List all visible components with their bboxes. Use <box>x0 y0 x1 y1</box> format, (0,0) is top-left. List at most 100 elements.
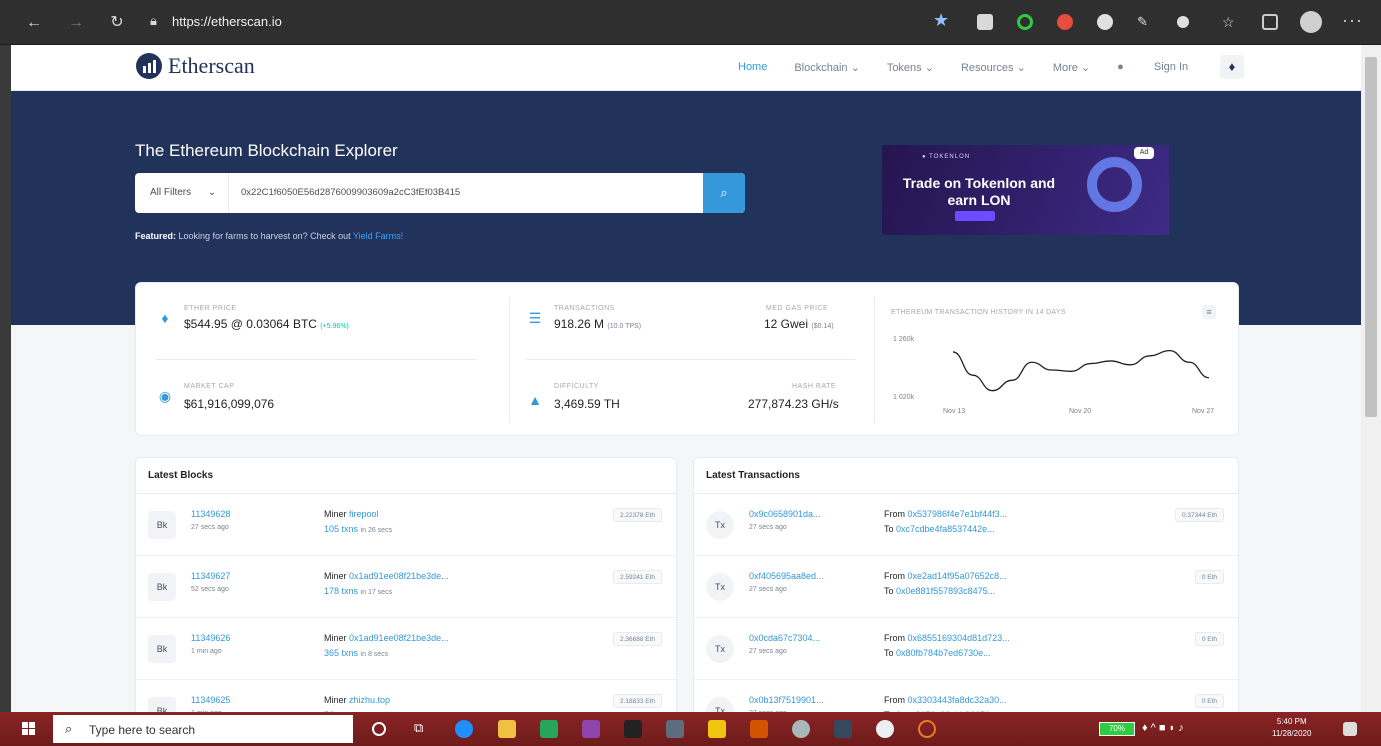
nav-sign-in[interactable]: ● Sign In <box>1117 61 1215 74</box>
nav-blockchain[interactable]: Blockchain ⌄ <box>794 61 859 74</box>
ethereum-network-icon[interactable]: ♦ <box>1220 55 1244 79</box>
from-address-link[interactable]: 0xe2ad14f95a07652c8... <box>908 571 1007 581</box>
refresh-icon[interactable]: ↻ <box>106 12 128 34</box>
taskbar-search-placeholder: Type here to search <box>89 723 196 737</box>
search-button[interactable]: ⌕ <box>703 173 745 213</box>
favorites-icon[interactable]: ☆ <box>1222 14 1238 30</box>
extension-icon[interactable] <box>1057 14 1073 30</box>
to-address-link[interactable]: 0x80fb784b7ed6730e... <box>896 648 991 658</box>
txns-link[interactable]: 178 txns <box>324 586 358 596</box>
visual-studio-icon[interactable] <box>582 720 600 738</box>
to-address-link[interactable]: 0x0e881f557893c8475... <box>896 586 995 596</box>
nav-home[interactable]: Home <box>738 61 767 74</box>
from-address-link[interactable]: 0x3303443fa8dc32a30... <box>908 695 1007 705</box>
gas-price-value[interactable]: 12 Gwei ($0.14) <box>764 317 834 331</box>
block-number-link[interactable]: 11349625 <box>191 695 230 705</box>
app-icon[interactable] <box>834 720 852 738</box>
txn-time: in 26 secs <box>360 527 393 534</box>
app-icon[interactable] <box>792 720 810 738</box>
back-arrow-icon[interactable]: ← <box>23 12 45 34</box>
transactions-tps: (10.0 TPS) <box>607 323 642 330</box>
favorite-star-icon[interactable]: ★ <box>933 10 949 31</box>
ad-button[interactable] <box>955 211 995 221</box>
tx-hash-link[interactable]: 0x0b13f7519901... <box>749 695 824 705</box>
transactions-value[interactable]: 918.26 M (10.0 TPS) <box>554 317 641 331</box>
block-number-link[interactable]: 11349626 <box>191 633 230 643</box>
tx-hash-link[interactable]: 0x9c0658901da... <box>749 509 821 519</box>
forward-arrow-icon[interactable]: → <box>65 12 87 34</box>
data-point[interactable] <box>1050 369 1053 372</box>
file-explorer-icon[interactable] <box>498 720 516 738</box>
block-miner-info: Miner firepool 105 txns in 26 secs <box>324 509 392 534</box>
page-title: The Ethereum Blockchain Explorer <box>135 141 398 160</box>
edge-browser-icon[interactable] <box>455 720 473 738</box>
data-point[interactable] <box>1148 354 1151 357</box>
address-bar[interactable]: https://etherscan.io <box>172 14 282 29</box>
notifications-icon[interactable] <box>1343 722 1357 736</box>
search-input[interactable]: 0x22C1f6050E56d2876009903609a2cC3fEf03B4… <box>241 173 691 213</box>
yield-farms-link[interactable]: Yield Farms! <box>353 231 403 241</box>
data-point[interactable] <box>991 389 994 392</box>
data-point[interactable] <box>971 374 974 377</box>
data-point[interactable] <box>1168 349 1171 352</box>
txns-link[interactable]: 105 txns <box>324 524 358 534</box>
data-point[interactable] <box>1030 361 1033 364</box>
pen-icon[interactable]: ✎ <box>1137 14 1153 30</box>
data-point[interactable] <box>1188 361 1191 364</box>
txns-link[interactable]: 365 txns <box>324 648 358 658</box>
app-icon[interactable] <box>750 720 768 738</box>
chart-menu-icon[interactable]: ≡ <box>1202 305 1216 319</box>
terminal-icon[interactable] <box>624 720 642 738</box>
scrollbar-thumb[interactable] <box>1365 57 1377 417</box>
tokenlon-ad-banner[interactable]: ● TOKENLON Trade on Tokenlon and earn LO… <box>882 145 1169 235</box>
nav-resources[interactable]: Resources ⌄ <box>961 61 1026 74</box>
miner-link[interactable]: 0x1ad91ee08f21be3de... <box>349 633 449 643</box>
app-icon[interactable] <box>666 720 684 738</box>
profile-avatar[interactable] <box>1300 11 1322 33</box>
app-icon[interactable] <box>918 720 936 738</box>
data-point[interactable] <box>1208 376 1211 379</box>
nav-tokens[interactable]: Tokens ⌄ <box>887 61 934 74</box>
data-point[interactable] <box>1089 362 1092 365</box>
extension-icon[interactable] <box>1097 14 1113 30</box>
x-tick-label: Nov 20 <box>1069 408 1091 415</box>
block-number-link[interactable]: 11349627 <box>191 571 230 581</box>
taskbar-search[interactable]: ⌕ Type here to search <box>53 715 353 743</box>
battery-indicator[interactable]: 70% <box>1099 722 1135 736</box>
data-point[interactable] <box>1129 363 1132 366</box>
from-address-link[interactable]: 0x537986f4e7e1bf44f3... <box>908 509 1008 519</box>
app-icon[interactable] <box>540 720 558 738</box>
taskbar-clock[interactable]: 5:40 PM 11/28/2020 <box>1272 716 1311 740</box>
miner-link[interactable]: firepool <box>349 509 379 519</box>
to-label: To <box>884 524 894 534</box>
etherscan-logo[interactable]: Etherscan <box>136 53 255 79</box>
more-menu-icon[interactable]: ··· <box>1342 10 1363 31</box>
miner-link[interactable]: zhizhu.top <box>349 695 390 705</box>
tray-icons[interactable]: ♦ ^ ■ ◗ ♪ <box>1142 722 1184 734</box>
filter-dropdown[interactable]: All Filters ⌄ <box>135 173 229 213</box>
app-icon[interactable] <box>876 720 894 738</box>
sign-in-label: Sign In <box>1153 61 1189 73</box>
collections-icon[interactable] <box>1262 14 1278 30</box>
data-point[interactable] <box>1109 359 1112 362</box>
extension-icon[interactable] <box>1017 14 1033 30</box>
to-address-link[interactable]: 0xc7cdbe4fa8537442e... <box>896 524 995 534</box>
data-point[interactable] <box>1011 379 1014 382</box>
transaction-row: Tx 0x9c0658901da... 27 secs ago From 0x5379… <box>694 494 1238 556</box>
windows-start-icon[interactable] <box>22 722 36 736</box>
extension-icon[interactable] <box>1177 16 1189 28</box>
user-icon: ● <box>1117 61 1124 73</box>
from-address-link[interactable]: 0x6855169304d81d723... <box>908 633 1010 643</box>
tx-hash-link[interactable]: 0xf405695aa8ed... <box>749 571 824 581</box>
block-number-link[interactable]: 11349628 <box>191 509 230 519</box>
data-point[interactable] <box>952 350 955 353</box>
task-view-icon[interactable]: ⧉ <box>414 720 432 738</box>
page-scrollbar[interactable] <box>1361 45 1381 712</box>
cortana-icon[interactable] <box>372 722 386 736</box>
sticky-notes-icon[interactable] <box>708 720 726 738</box>
nav-more[interactable]: More ⌄ <box>1053 61 1090 74</box>
extension-icon[interactable] <box>977 14 993 30</box>
miner-link[interactable]: 0x1ad91ee08f21be3de... <box>349 571 449 581</box>
data-point[interactable] <box>1070 370 1073 373</box>
tx-hash-link[interactable]: 0x0cda67c7304... <box>749 633 820 643</box>
